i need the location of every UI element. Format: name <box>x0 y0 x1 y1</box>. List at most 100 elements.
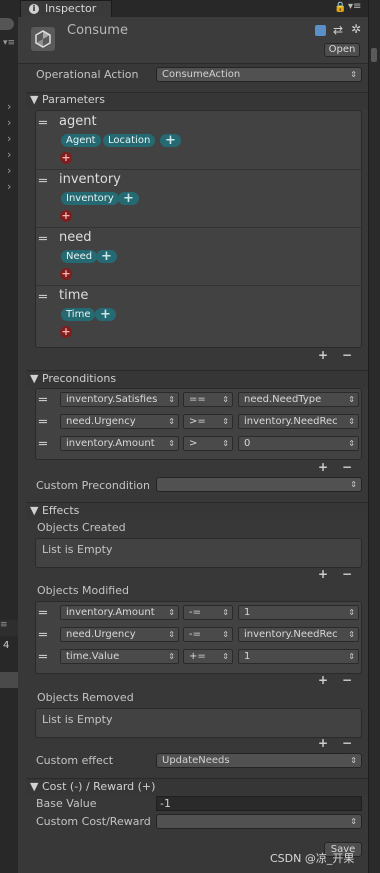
list-remove-button[interactable]: − <box>342 673 352 687</box>
precondition-left-field[interactable]: inventory.Amount ⇕ <box>60 436 179 451</box>
precondition-operator-field[interactable]: >= ⇕ <box>183 414 233 429</box>
effects-foldout[interactable]: ▼ Effects <box>30 504 79 517</box>
effect-left-field[interactable]: inventory.Amount ⇕ <box>60 605 179 620</box>
expand-arrow-icon[interactable]: › <box>7 148 11 161</box>
expand-arrow-icon[interactable]: › <box>7 116 11 129</box>
list-remove-button[interactable]: − <box>342 348 352 362</box>
param-name: inventory <box>59 172 121 187</box>
effect-operator-field[interactable]: += ⇕ <box>183 649 233 664</box>
unity-logo-icon <box>31 27 55 51</box>
effect-left-field[interactable]: time.Value ⇕ <box>60 649 179 664</box>
precondition-right-field[interactable]: inventory.NeedRec ⇕ <box>238 414 359 429</box>
precondition-operator-field[interactable]: == ⇕ <box>183 392 233 407</box>
open-button[interactable]: Open <box>324 43 360 57</box>
preconditions-foldout[interactable]: ▼ Preconditions <box>30 372 116 385</box>
add-row-button[interactable]: + <box>60 210 72 222</box>
list-add-button[interactable]: + <box>318 673 328 687</box>
effect-left-field[interactable]: need.Urgency ⇕ <box>60 627 179 642</box>
custom-precondition-label: Custom Precondition <box>36 479 150 492</box>
expand-arrow-icon[interactable]: › <box>7 100 11 113</box>
param-name: time <box>59 288 89 303</box>
tab-inspector[interactable]: i Inspector <box>20 0 112 17</box>
effect-operator-field[interactable]: -= ⇕ <box>183 627 233 642</box>
expand-arrow-icon[interactable]: › <box>7 164 11 177</box>
cost-foldout[interactable]: ▼ Cost (-) / Reward (+) <box>30 780 155 793</box>
add-chip-button[interactable]: + <box>160 134 181 147</box>
menu-icon[interactable]: ≡ <box>0 620 18 636</box>
scrollbar[interactable] <box>368 0 380 873</box>
drag-handle-icon[interactable]: ═ <box>39 607 47 620</box>
drag-handle-icon[interactable]: ═ <box>39 175 47 188</box>
drag-handle-icon[interactable]: ═ <box>39 629 47 642</box>
search-field-stub[interactable] <box>0 18 14 30</box>
param-chip[interactable]: Need <box>61 250 98 263</box>
scrollbar-thumb[interactable] <box>371 48 377 62</box>
list-add-button[interactable]: + <box>318 348 328 362</box>
updown-arrow-icon: ⇕ <box>350 756 357 765</box>
precondition-right-field[interactable]: 0 ⇕ <box>238 436 359 451</box>
expand-arrow-icon[interactable]: › <box>7 180 11 193</box>
add-chip-button[interactable]: + <box>118 192 139 205</box>
expand-arrow-icon[interactable]: › <box>7 132 11 145</box>
foldout-arrow-icon: ▼ <box>30 780 39 793</box>
param-chip[interactable]: Inventory <box>61 192 119 205</box>
list-add-button[interactable]: + <box>318 460 328 474</box>
effect-right-field[interactable]: 1 ⇕ <box>238 605 359 620</box>
precondition-right-field[interactable]: need.NeedType ⇕ <box>238 392 359 407</box>
param-chip[interactable]: Agent <box>61 134 101 147</box>
lock-icon[interactable]: 🔒 <box>334 2 346 13</box>
precondition-left-field[interactable]: need.Urgency ⇕ <box>60 414 179 429</box>
list-add-button[interactable]: + <box>318 736 328 750</box>
divider <box>36 285 361 286</box>
parameters-title: Parameters <box>41 93 105 106</box>
add-row-button[interactable]: + <box>60 326 72 338</box>
precondition-left-field[interactable]: inventory.Satisfies ⇕ <box>60 392 179 407</box>
effect-right-field[interactable]: inventory.NeedRec ⇕ <box>238 627 359 642</box>
cost-title: Cost (-) / Reward (+) <box>41 780 156 793</box>
drag-handle-icon[interactable]: ═ <box>39 416 47 429</box>
preset-icon[interactable]: ⇄ <box>333 23 343 37</box>
panel-count: 4 <box>3 640 10 651</box>
drag-handle-icon[interactable]: ═ <box>39 438 47 451</box>
precondition-operator-field[interactable]: > ⇕ <box>183 436 233 451</box>
menu-icon[interactable]: ▾≡ <box>3 38 15 48</box>
add-chip-button[interactable]: + <box>95 308 116 321</box>
info-icon: i <box>29 4 39 14</box>
operational-action-dropdown[interactable]: ConsumeAction ⇕ <box>156 67 362 82</box>
custom-cost-dropdown[interactable]: ⇕ <box>156 814 362 829</box>
list-remove-button[interactable]: − <box>342 567 352 581</box>
list-add-button[interactable]: + <box>318 567 328 581</box>
effect-operator-field[interactable]: -= ⇕ <box>183 605 233 620</box>
add-chip-button[interactable]: + <box>96 250 117 263</box>
param-chip[interactable]: Time <box>61 308 96 321</box>
panel-field-stub[interactable] <box>0 672 18 688</box>
custom-effect-label: Custom effect <box>36 754 114 767</box>
base-value-field[interactable]: -1 <box>156 796 362 811</box>
foldout-arrow-icon: ▼ <box>30 93 39 106</box>
help-book-icon[interactable] <box>315 25 326 36</box>
param-chip[interactable]: Location <box>103 134 156 147</box>
objects-removed-label: Objects Removed <box>37 691 134 704</box>
add-row-button[interactable]: + <box>60 152 72 164</box>
custom-effect-dropdown[interactable]: UpdateNeeds ⇕ <box>156 753 362 768</box>
gear-icon[interactable]: ✲ <box>351 22 361 36</box>
foldout-arrow-icon: ▼ <box>30 372 39 385</box>
custom-precondition-dropdown[interactable]: ⇕ <box>156 477 362 492</box>
drag-handle-icon[interactable]: ═ <box>39 117 47 130</box>
custom-cost-label: Custom Cost/Reward <box>36 815 151 828</box>
base-value-label: Base Value <box>36 797 97 810</box>
list-remove-button[interactable]: − <box>342 460 352 474</box>
list-remove-button[interactable]: − <box>342 736 352 750</box>
hierarchy-strip: ▾≡ › › › › › › ≡ 4 <box>0 0 18 873</box>
watermark: CSDN @凉_开果 <box>270 852 355 865</box>
drag-handle-icon[interactable]: ═ <box>39 233 47 246</box>
effect-right-field[interactable]: 1 ⇕ <box>238 649 359 664</box>
updown-arrow-icon: ⇕ <box>350 817 357 826</box>
drag-handle-icon[interactable]: ═ <box>39 291 47 304</box>
add-row-button[interactable]: + <box>60 268 72 280</box>
drag-handle-icon[interactable]: ═ <box>39 651 47 664</box>
drag-handle-icon[interactable]: ═ <box>39 394 47 407</box>
tab-menu-icon[interactable]: ▾≡ <box>348 1 361 12</box>
parameters-foldout[interactable]: ▼ Parameters <box>30 93 105 106</box>
empty-list-text: List is Empty <box>42 543 113 556</box>
